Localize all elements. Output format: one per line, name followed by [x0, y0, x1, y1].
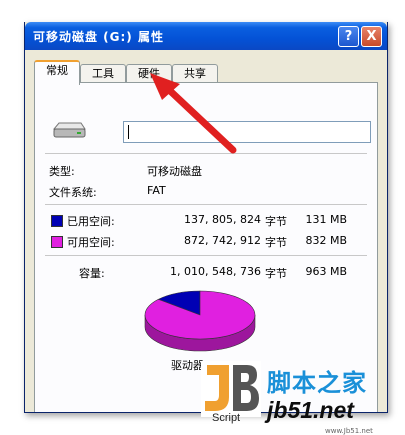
watermark-domain: jb51.net: [267, 397, 354, 423]
capacity-bytes: 1, 010, 548, 736: [170, 265, 261, 278]
type-value: 可移动磁盘: [147, 165, 202, 178]
watermark-script-label: Script: [212, 412, 241, 424]
disk-usage-pie-chart: [144, 290, 256, 352]
filesystem-label: 文件系统:: [49, 186, 97, 199]
capacity-label: 容量:: [79, 267, 105, 280]
removable-drive-icon: [52, 122, 86, 138]
watermark-small-url: www.Jb51.net: [325, 427, 373, 435]
title-bar[interactable]: 可移动磁盘 (G:) 属性 ? X: [25, 22, 387, 50]
tab-general[interactable]: 常规: [34, 60, 80, 85]
tab-sharing[interactable]: 共享: [172, 64, 218, 83]
used-space-swatch: [51, 215, 63, 227]
filesystem-value: FAT: [147, 184, 166, 197]
tab-hardware[interactable]: 硬件: [126, 64, 172, 83]
text-caret: [128, 125, 129, 139]
free-space-swatch: [51, 236, 63, 248]
capacity-unit: 字节: [265, 267, 287, 280]
help-button[interactable]: ?: [338, 26, 359, 47]
jb-logo: [201, 361, 261, 417]
free-space-size: 832 MB: [305, 234, 347, 247]
capacity-size: 963 MB: [305, 265, 347, 278]
divider: [45, 153, 367, 154]
type-label: 类型:: [49, 165, 75, 178]
divider: [45, 255, 367, 256]
free-space-bytes: 872, 742, 912: [184, 234, 261, 247]
site-watermark: Script 脚本之家 jb51.net www.Jb51.net: [195, 357, 405, 435]
watermark-chinese-name: 脚本之家: [267, 369, 367, 397]
used-space-size: 131 MB: [305, 213, 347, 226]
used-space-bytes: 137, 805, 824: [184, 213, 261, 226]
free-space-label: 可用空间:: [67, 236, 115, 249]
close-button[interactable]: X: [361, 26, 382, 47]
window-title: 可移动磁盘 (G:) 属性: [33, 30, 164, 44]
properties-dialog: 可移动磁盘 (G:) 属性 ? X 常规 工具 硬件 共享 类型: 可移动磁盘 …: [24, 22, 388, 413]
used-space-label: 已用空间:: [67, 215, 115, 228]
tab-tools[interactable]: 工具: [80, 64, 126, 83]
divider: [45, 204, 367, 205]
drive-name-input[interactable]: [123, 121, 371, 143]
free-space-unit: 字节: [265, 236, 287, 249]
used-space-unit: 字节: [265, 215, 287, 228]
